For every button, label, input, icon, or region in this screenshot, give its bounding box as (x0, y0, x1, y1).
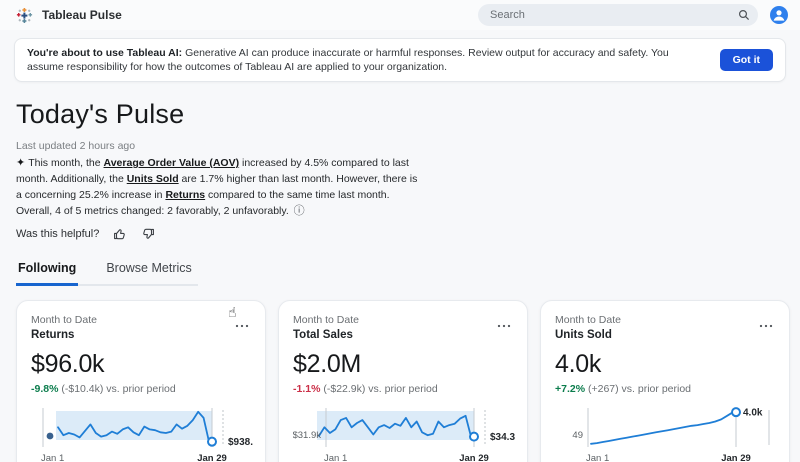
page-title: Today's Pulse (16, 99, 185, 129)
search-bar[interactable] (478, 4, 758, 26)
card-value: 4.0k (555, 349, 602, 378)
ai-summary: ✦ This month, the Average Order Value (AO… (16, 155, 424, 219)
overflow-menu-icon[interactable] (233, 314, 251, 336)
overflow-menu-icon[interactable] (757, 314, 775, 336)
overflow-menu-icon[interactable] (495, 314, 513, 336)
metric-card-total-sales[interactable]: Month to Date Total Sales $2.0M -1.1% (-… (278, 299, 528, 462)
user-icon (773, 10, 785, 21)
ai-disclaimer-text: You're about to use Tableau AI: Generati… (27, 46, 706, 74)
change-detail: (+267) vs. prior period (585, 382, 692, 395)
svg-text:$34.3k: $34.3k (490, 432, 515, 443)
change-detail: (-$22.9k) vs. prior period (320, 382, 438, 395)
tableau-logo-icon (16, 7, 33, 23)
got-it-button[interactable]: Got it (719, 49, 773, 71)
svg-text:49: 49 (572, 430, 583, 441)
svg-text:Jan 29: Jan 29 (197, 453, 227, 462)
card-change: -1.1% (-$22.9k) vs. prior period (293, 383, 513, 395)
feedback-row: Was this helpful? (16, 227, 784, 241)
svg-text:Jan 1: Jan 1 (586, 453, 609, 462)
ai-sparkle-icon: ✦ (16, 157, 26, 169)
card-metric-name: Total Sales (293, 328, 353, 341)
last-updated: Last updated 2 hours ago (16, 140, 136, 152)
thumbs-up-button[interactable] (113, 227, 127, 241)
info-icon[interactable]: ⓘ (294, 205, 305, 217)
helpful-prompt: Was this helpful? (16, 228, 100, 240)
svg-text:4.0k: 4.0k (743, 407, 763, 418)
card-period: Month to Date (293, 313, 359, 326)
card-change: -9.8% (-$10.4k) vs. prior period (31, 383, 251, 395)
ai-disclaimer-lead: You're about to use Tableau AI: (27, 47, 183, 59)
card-period: Month to Date (555, 313, 621, 326)
card-metric-name: Units Sold (555, 328, 612, 341)
card-value: $96.0k (31, 349, 105, 378)
user-avatar[interactable] (770, 6, 788, 24)
svg-text:Jan 29: Jan 29 (721, 453, 751, 462)
thumbs-up-icon (114, 229, 126, 240)
sparkline-chart-returns: $938.15 Jan 1 Jan 29 (41, 407, 253, 462)
search-input[interactable] (490, 9, 738, 21)
change-percent: -1.1% (293, 382, 321, 395)
metric-card-units-sold[interactable]: Month to Date Units Sold 4.0k +7.2% (+26… (540, 299, 790, 462)
metric-card-returns[interactable]: Month to Date Returns $96.0k -9.8% (-$10… (16, 299, 266, 462)
tab-bar: Following Browse Metrics (16, 261, 198, 286)
svg-text:Jan 29: Jan 29 (459, 453, 489, 462)
card-change: +7.2% (+267) vs. prior period (555, 383, 775, 395)
thumbs-down-button[interactable] (141, 227, 155, 241)
top-bar: Tableau Pulse (0, 0, 800, 30)
ai-disclaimer-banner: You're about to use Tableau AI: Generati… (14, 38, 786, 82)
thumbs-down-icon (143, 228, 155, 239)
ai-summary-text: This month, the Average Order Value (AOV… (16, 157, 418, 217)
card-metric-name: Returns (31, 328, 75, 341)
card-value: $2.0M (293, 349, 361, 378)
change-detail: (-$10.4k) vs. prior period (58, 382, 176, 395)
main-content: Today's Pulse Last updated 2 hours ago ✦… (0, 99, 800, 462)
svg-text:Jan 1: Jan 1 (324, 453, 347, 462)
sparkline-chart-total-sales: $34.3k $31.9k Jan 1 Jan 29 (293, 407, 515, 462)
change-percent: -9.8% (31, 382, 59, 395)
tab-browse-metrics[interactable]: Browse Metrics (104, 261, 193, 286)
search-icon (738, 9, 750, 21)
metric-cards-row: Month to Date Returns $96.0k -9.8% (-$10… (16, 299, 790, 462)
change-percent: +7.2% (555, 382, 586, 395)
svg-text:$938.15: $938.15 (228, 437, 253, 448)
sparkline-chart-units-sold: 4.0k 49 Jan 1 Jan 29 (572, 406, 770, 462)
card-period: Month to Date (31, 313, 97, 326)
svg-text:$31.9k: $31.9k (293, 430, 321, 441)
app-title: Tableau Pulse (42, 8, 122, 22)
svg-text:Jan 1: Jan 1 (41, 453, 64, 462)
tab-following[interactable]: Following (16, 261, 79, 286)
